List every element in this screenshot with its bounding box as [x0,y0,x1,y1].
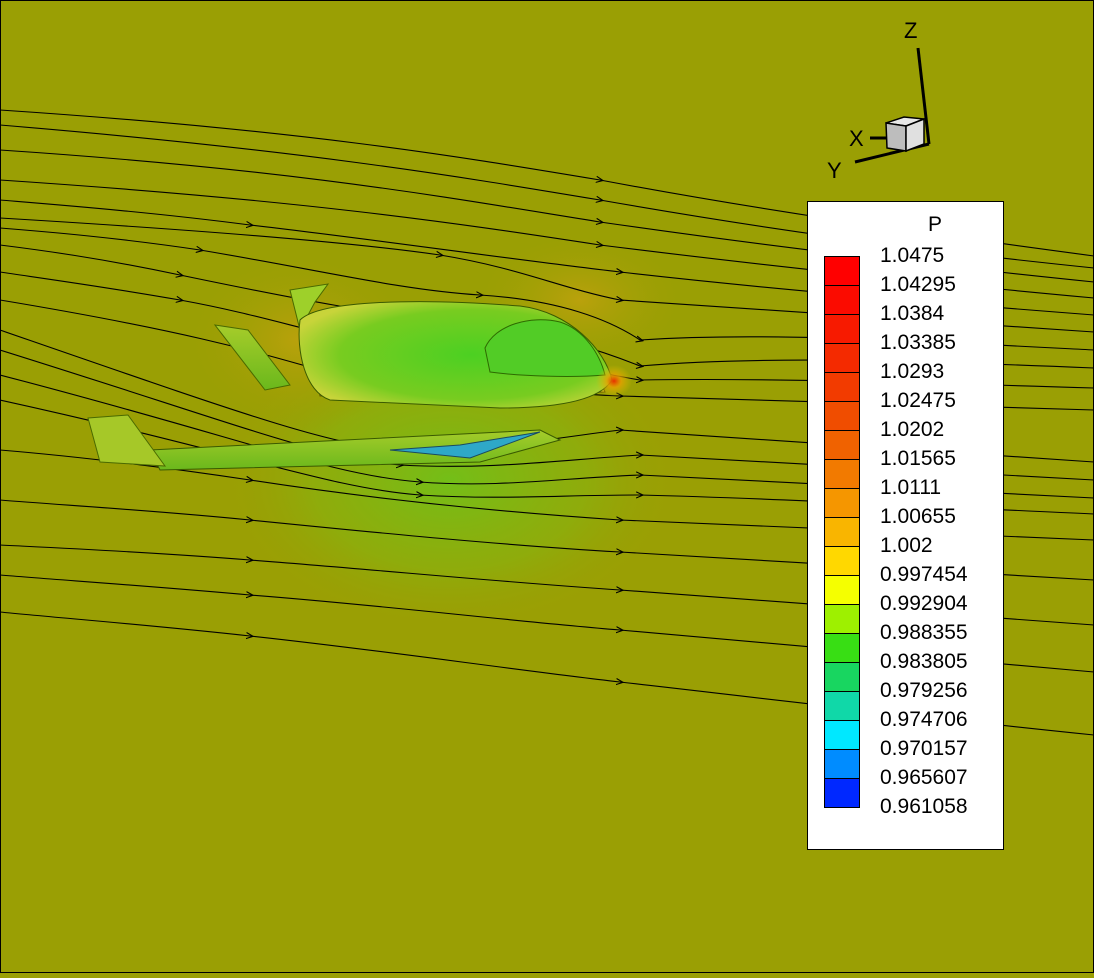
legend-swatch [825,692,859,721]
legend-level-label: 0.997454 [880,563,968,586]
legend-swatch [825,547,859,576]
legend-level-label: 0.979256 [880,679,968,702]
legend-swatch [825,634,859,663]
legend-swatch [825,373,859,402]
legend-swatch [825,750,859,779]
legend-swatch [825,489,859,518]
flow-visualization: Z X Y P 1.0475 1.04295 1.0384 1.03385 1.0293… [0,0,1094,973]
y-axis-label: Y [827,158,842,183]
legend-level-label: 0.983805 [880,650,968,673]
legend-swatch [825,402,859,431]
legend-level-label: 1.02475 [880,389,956,412]
legend-level-label: 1.0111 [880,476,942,499]
legend-level-label: 1.002 [880,534,933,557]
legend-swatch [825,518,859,547]
z-axis-label: Z [904,18,918,43]
legend-level-label: 1.0384 [880,302,945,325]
legend-color-bar [824,256,860,808]
legend-swatch [825,721,859,750]
legend-swatch [825,779,859,808]
legend-swatch [825,257,859,286]
legend-level-label: 1.00655 [880,505,956,528]
x-axis-label: X [849,126,864,151]
legend-swatch [825,431,859,460]
legend-level-label: 0.974706 [880,708,968,731]
legend-level-label: 0.965607 [880,766,968,789]
legend-swatch [825,576,859,605]
legend-swatch [825,315,859,344]
legend-level-label: 1.01565 [880,447,956,470]
legend-level-label: 1.04295 [880,273,956,296]
legend-level-label: 1.03385 [880,331,956,354]
legend-level-label: 0.970157 [880,737,968,760]
legend-swatch [825,605,859,634]
legend-level-label: 1.0202 [880,418,945,441]
pressure-legend: P 1.0475 1.04295 1.0384 1.03385 1.0293 1.0247… [807,201,1004,850]
nose-stagnation-point [596,365,632,397]
legend-level-label: 0.961058 [880,795,968,818]
legend-swatch [825,344,859,373]
legend-swatch [825,286,859,315]
legend-level-label: 0.992904 [880,592,968,615]
legend-title: P [928,213,943,236]
triad-cube-front [885,122,907,152]
legend-level-label: 1.0293 [880,360,945,383]
legend-level-label: 0.988355 [880,621,968,644]
legend-swatch [825,663,859,692]
legend-swatch [825,460,859,489]
legend-level-label: 1.0475 [880,244,945,267]
